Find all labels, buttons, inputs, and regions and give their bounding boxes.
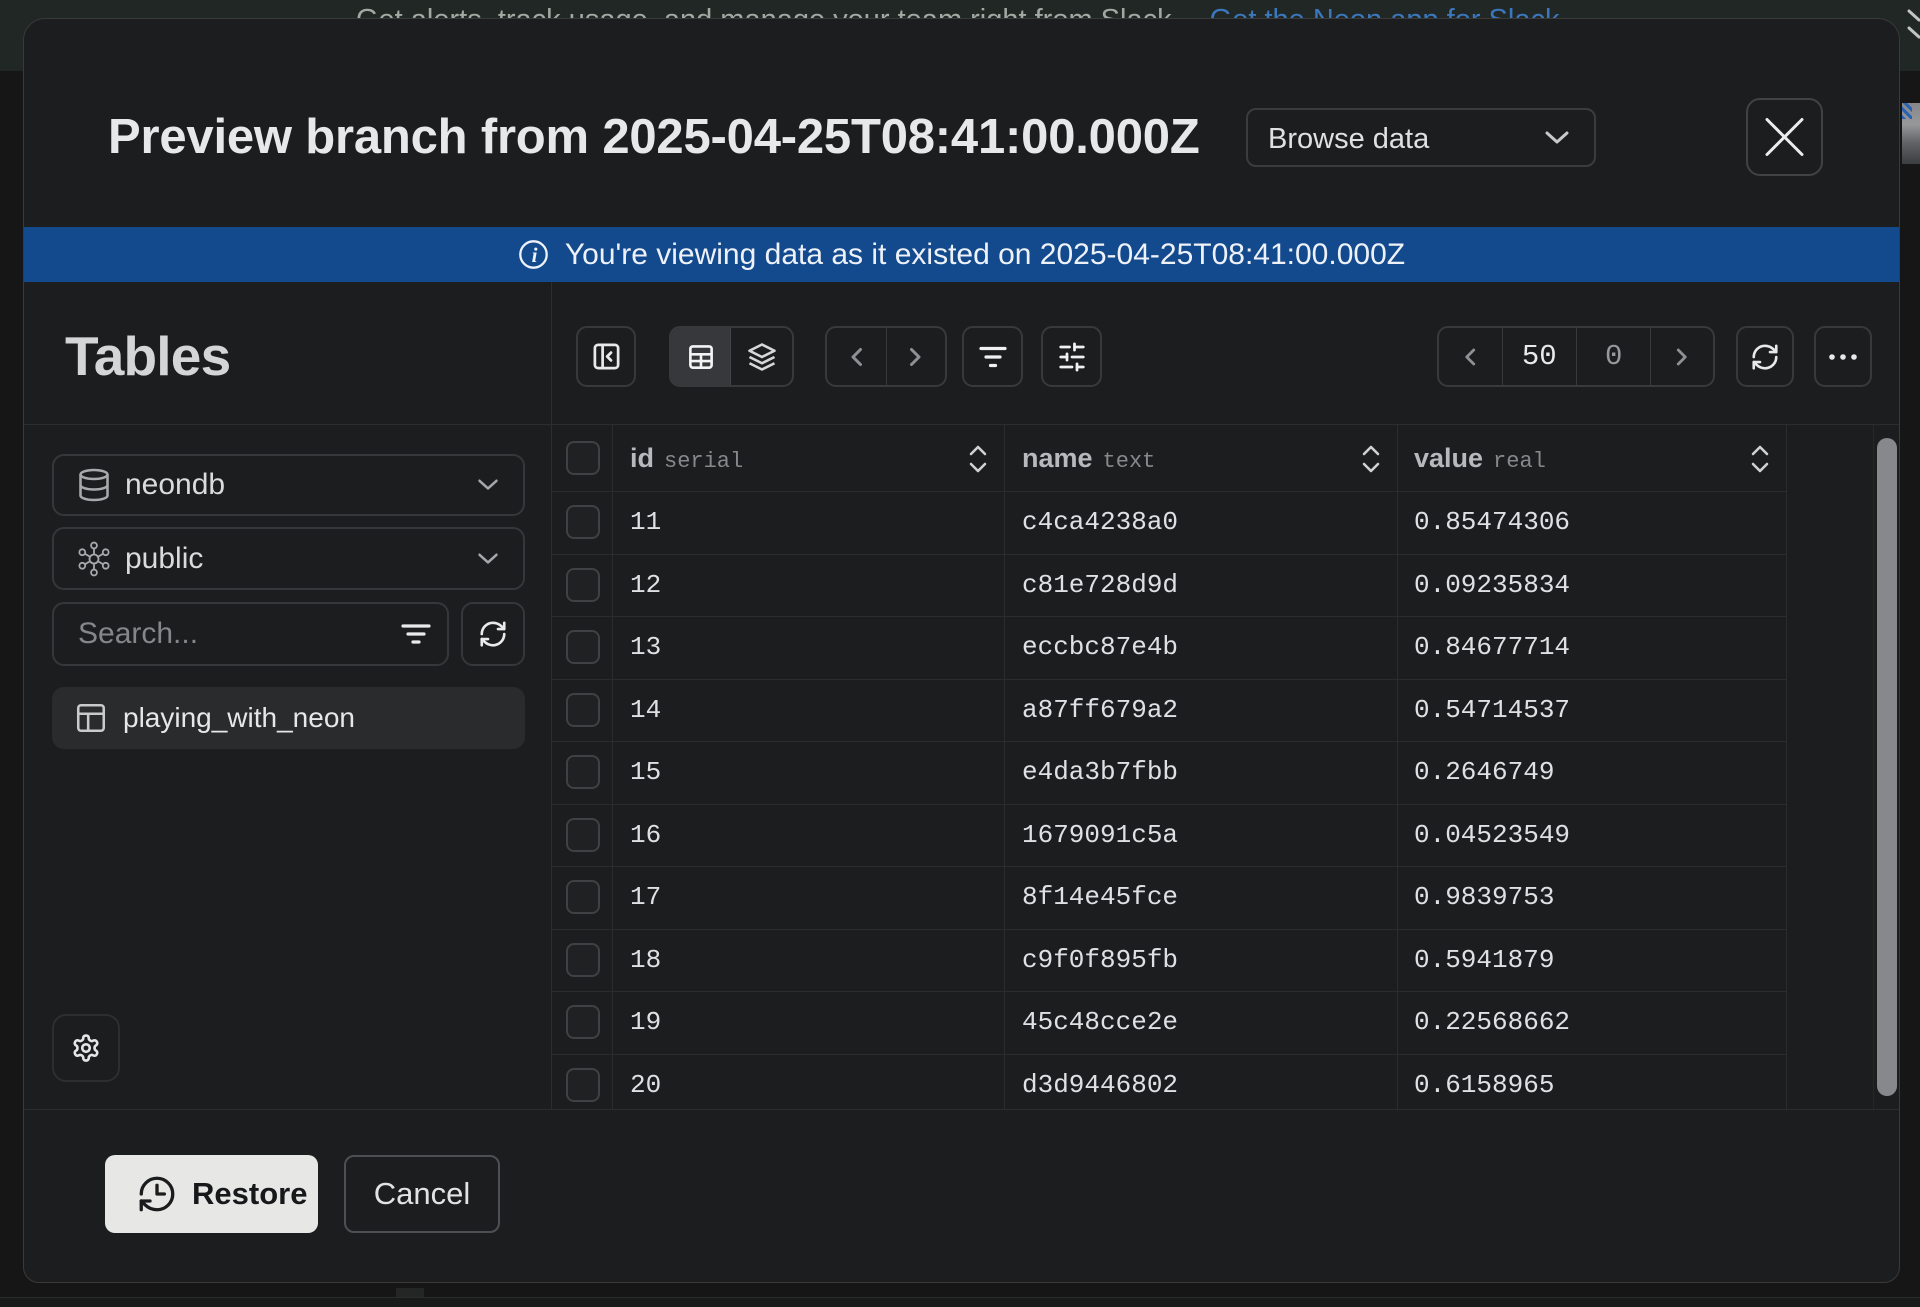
svg-text:i: i	[531, 243, 537, 267]
